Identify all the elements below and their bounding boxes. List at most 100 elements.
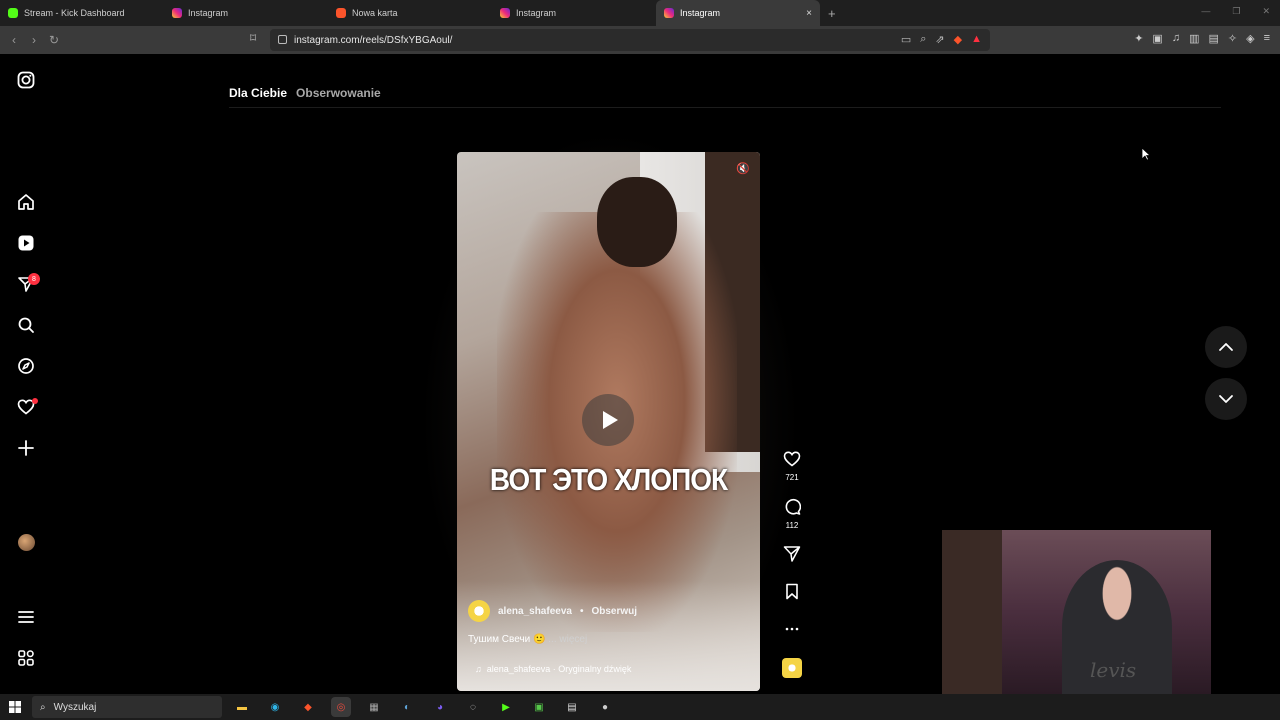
kick-icon[interactable]: ▶: [496, 697, 516, 717]
audio-avatar[interactable]: [782, 658, 802, 678]
taskbar-apps: ▬ ◉ ◆ ◎ ▦ ◐ ◕ ◌ ▶ ▣ ▤ ●: [232, 697, 615, 717]
taskbar-search-placeholder: Wyszukaj: [53, 701, 97, 713]
tab-new-tab[interactable]: Nowa karta: [328, 0, 492, 26]
follow-button[interactable]: Obserwuj: [591, 606, 637, 617]
forward-icon[interactable]: ›: [24, 33, 44, 47]
create-plus-icon[interactable]: [16, 438, 36, 458]
window-controls: — ❐ ✕: [1201, 6, 1270, 17]
next-reel-button[interactable]: [1205, 378, 1247, 420]
sidebar-icon[interactable]: ▥: [1189, 32, 1199, 45]
edge-icon[interactable]: ◉: [265, 697, 285, 717]
start-button[interactable]: [0, 694, 30, 720]
search-icon: ⌕: [40, 701, 46, 713]
play-icon: [603, 411, 618, 429]
brave-favicon-icon: [336, 8, 346, 18]
reload-icon[interactable]: ↻: [44, 33, 64, 47]
share-icon[interactable]: ⇗: [935, 33, 944, 46]
also-from-meta-icon[interactable]: [16, 648, 36, 668]
tab-instagram-2[interactable]: Instagram: [492, 0, 656, 26]
instagram-favicon-icon: [500, 8, 510, 18]
notifications-dot: [32, 398, 38, 404]
brave-icon[interactable]: ◆: [298, 697, 318, 717]
mouse-cursor-icon: [1141, 147, 1152, 166]
caption-text: Тушим Свечи 🙂: [468, 634, 546, 645]
bookmark-icon[interactable]: ⌑: [250, 31, 256, 45]
more-menu-icon[interactable]: [16, 607, 36, 627]
comment-action[interactable]: 112: [778, 498, 806, 530]
home-icon[interactable]: [16, 192, 36, 212]
wallet-icon[interactable]: ▤: [1208, 32, 1218, 45]
taskbar-search[interactable]: ⌕ Wyszukaj: [32, 696, 222, 718]
media-icon[interactable]: ♫: [1172, 32, 1180, 45]
profile-avatar[interactable]: [18, 534, 35, 551]
tab-title: Stream - Kick Dashboard: [24, 8, 125, 18]
reel-audio[interactable]: ♫ alena_shafeeva · Oryginalny dźwięk: [475, 664, 631, 674]
play-button[interactable]: [582, 394, 634, 446]
toolbar-extensions: ✦ ▣ ♫ ▥ ▤ ✧ ◈ ≡: [1134, 32, 1270, 45]
discord-icon[interactable]: ◕: [430, 697, 450, 717]
maximize-icon[interactable]: ❐: [1232, 6, 1240, 17]
previous-reel-button[interactable]: [1205, 326, 1247, 368]
author-username[interactable]: alena_shafeeva: [498, 606, 572, 617]
close-tab-icon[interactable]: ×: [806, 8, 812, 19]
tab-for-you[interactable]: Dla Ciebie: [229, 86, 287, 100]
tab-title: Instagram: [188, 8, 229, 18]
extensions-icon[interactable]: ✦: [1134, 32, 1143, 45]
screenshot-icon[interactable]: ▣: [1152, 32, 1162, 45]
send-icon: [783, 546, 801, 562]
instagram-favicon-icon: [664, 8, 674, 18]
minimize-icon[interactable]: —: [1201, 6, 1210, 17]
more-options-action[interactable]: [778, 620, 806, 638]
search-icon[interactable]: [16, 315, 36, 335]
new-tab-button[interactable]: +: [828, 6, 836, 21]
url-field[interactable]: instagram.com/reels/DSfxYBGAoul/ ▭ ⌕ ⇗ ◆…: [270, 29, 990, 51]
instagram-logo-icon[interactable]: [16, 70, 36, 90]
webcam-shelf: [942, 530, 1002, 694]
leo-ai-icon[interactable]: ✧: [1228, 32, 1237, 45]
author-separator: •: [579, 605, 584, 617]
url-actions: ▭ ⌕ ⇗ ◆ ▲: [901, 33, 982, 46]
tab-instagram-1[interactable]: Instagram: [164, 0, 328, 26]
zoom-icon[interactable]: ⌕: [920, 33, 926, 46]
more-dots-icon: [785, 627, 799, 631]
comment-icon: [785, 499, 802, 515]
steam-icon[interactable]: ◐: [397, 697, 417, 717]
chrome-icon[interactable]: ◎: [331, 697, 351, 717]
comments-count: 112: [785, 521, 799, 530]
windows-logo-icon: [9, 701, 21, 713]
author-avatar[interactable]: [468, 600, 490, 622]
back-icon[interactable]: ‹: [4, 33, 24, 47]
explore-icon[interactable]: [16, 356, 36, 376]
messages-badge: 8: [28, 273, 40, 285]
tab-instagram-active[interactable]: Instagram ×: [656, 0, 820, 26]
brave-rewards-icon[interactable]: ▲: [971, 33, 982, 46]
tray-app-icon[interactable]: ●: [595, 697, 615, 717]
file-explorer-icon[interactable]: ▬: [232, 697, 252, 717]
menu-icon[interactable]: ≡: [1264, 32, 1270, 45]
obs-icon[interactable]: ◌: [463, 697, 483, 717]
audio-label: alena_shafeeva · Oryginalny dźwięk: [486, 664, 632, 674]
like-action[interactable]: 721: [778, 450, 806, 482]
instagram-sidebar: 8: [0, 54, 54, 694]
likes-count: 721: [785, 473, 799, 482]
game-app-icon[interactable]: ▣: [529, 697, 549, 717]
app-icon[interactable]: ▦: [364, 697, 384, 717]
reels-icon[interactable]: [16, 233, 36, 253]
share-action[interactable]: [778, 545, 806, 567]
cast-icon[interactable]: ▭: [901, 33, 911, 46]
mute-icon[interactable]: 🔇: [736, 162, 750, 175]
reel-video[interactable]: 🔇 ВОТ ЭТО ХЛОПОК alena_shafeeva • Obserw…: [457, 152, 760, 691]
reel-author: alena_shafeeva • Obserwuj: [468, 600, 637, 622]
tab-kick-dashboard[interactable]: Stream - Kick Dashboard: [0, 0, 164, 26]
caption-more-link[interactable]: ... więcej: [548, 634, 587, 645]
epic-games-icon[interactable]: ▤: [562, 697, 582, 717]
vpn-icon[interactable]: ◈: [1246, 32, 1254, 45]
save-action[interactable]: [778, 583, 806, 605]
tab-title: Instagram: [516, 8, 557, 18]
site-info-icon[interactable]: [278, 35, 287, 44]
close-window-icon[interactable]: ✕: [1262, 6, 1270, 17]
tab-following[interactable]: Obserwowanie: [296, 86, 381, 100]
url-text: instagram.com/reels/DSfxYBGAoul/: [294, 34, 453, 46]
brave-shield-icon[interactable]: ◆: [954, 33, 962, 46]
music-note-icon: ♫: [475, 664, 482, 674]
